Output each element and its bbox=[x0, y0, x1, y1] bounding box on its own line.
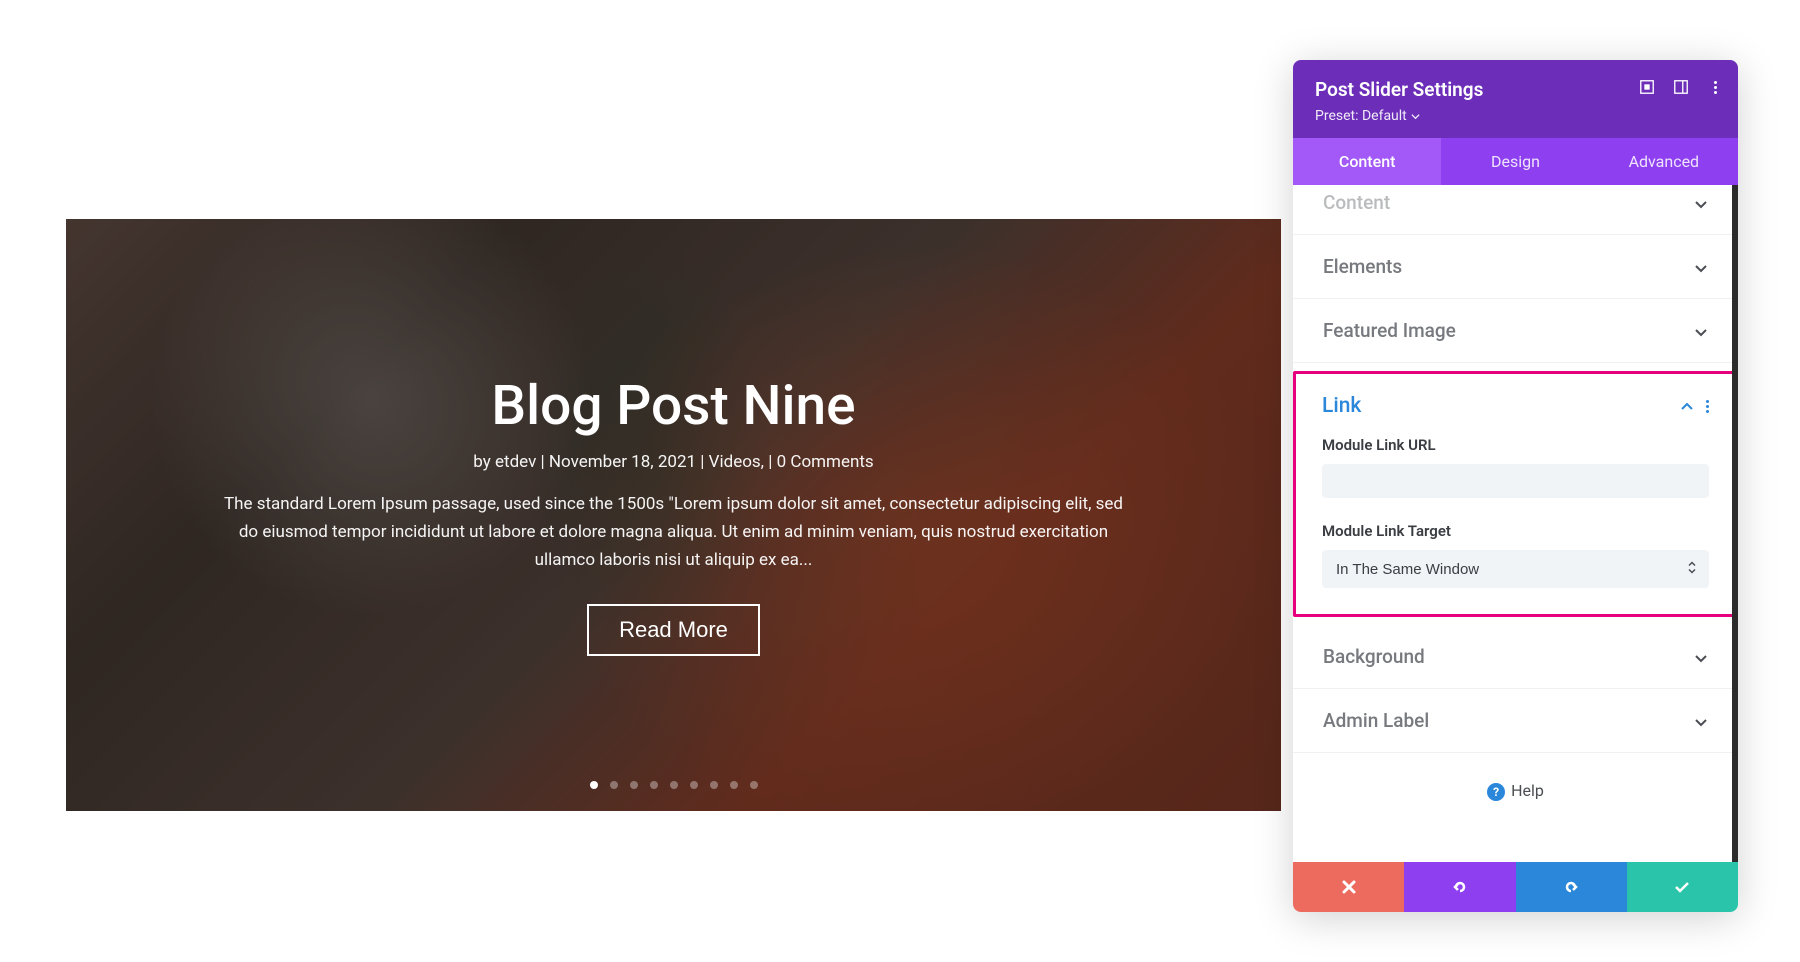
slider-dot[interactable] bbox=[590, 781, 598, 789]
preset-selector[interactable]: Preset: Default bbox=[1315, 108, 1420, 124]
chevron-down-icon bbox=[1694, 324, 1708, 338]
tab-advanced[interactable]: Advanced bbox=[1590, 138, 1738, 185]
cancel-button[interactable] bbox=[1293, 862, 1404, 912]
slider-preview: Blog Post Nine by etdev | November 18, 2… bbox=[66, 219, 1281, 811]
help-icon: ? bbox=[1487, 783, 1505, 801]
slider-meta: by etdev | November 18, 2021 | Videos, |… bbox=[473, 452, 873, 472]
slider-dot[interactable] bbox=[710, 781, 718, 789]
section-title: Elements bbox=[1323, 255, 1402, 278]
section-elements[interactable]: Elements bbox=[1293, 235, 1738, 299]
link-url-input[interactable] bbox=[1322, 464, 1709, 498]
tab-content[interactable]: Content bbox=[1293, 138, 1441, 185]
settings-panel: Post Slider Settings Preset: Default Con… bbox=[1293, 60, 1738, 912]
panel-tabs: Content Design Advanced bbox=[1293, 138, 1738, 185]
section-featured-image[interactable]: Featured Image bbox=[1293, 299, 1738, 363]
slider-title: Blog Post Nine bbox=[491, 374, 855, 438]
slider-dot[interactable] bbox=[730, 781, 738, 789]
section-title: Link bbox=[1322, 394, 1361, 418]
panel-header-actions bbox=[1638, 78, 1724, 96]
slider-dot[interactable] bbox=[610, 781, 618, 789]
undo-button[interactable] bbox=[1404, 862, 1515, 912]
help-label: Help bbox=[1511, 781, 1544, 800]
slider-description: The standard Lorem Ipsum passage, used s… bbox=[219, 490, 1129, 574]
section-link-header[interactable]: Link bbox=[1322, 394, 1709, 418]
panel-header: Post Slider Settings Preset: Default bbox=[1293, 60, 1738, 138]
panel-footer bbox=[1293, 862, 1738, 912]
panel-body[interactable]: Content Elements Featured Image Link bbox=[1293, 185, 1738, 862]
slider-dot[interactable] bbox=[670, 781, 678, 789]
more-options-icon[interactable] bbox=[1706, 400, 1709, 413]
slider-dot[interactable] bbox=[650, 781, 658, 789]
tab-design[interactable]: Design bbox=[1441, 138, 1589, 185]
snap-icon[interactable] bbox=[1672, 78, 1690, 96]
chevron-down-icon bbox=[1411, 112, 1420, 121]
help-button[interactable]: ? Help bbox=[1293, 753, 1738, 821]
section-link-highlighted: Link Module Link URL Module Link Target … bbox=[1293, 371, 1738, 617]
slider-dot[interactable] bbox=[690, 781, 698, 789]
chevron-up-icon[interactable] bbox=[1680, 399, 1694, 413]
section-title: Featured Image bbox=[1323, 319, 1456, 342]
slider-dot[interactable] bbox=[750, 781, 758, 789]
read-more-button[interactable]: Read More bbox=[587, 604, 760, 656]
section-title: Content bbox=[1323, 191, 1390, 214]
section-title: Admin Label bbox=[1323, 709, 1429, 732]
slider-pagination bbox=[66, 781, 1281, 789]
preset-label: Preset: Default bbox=[1315, 108, 1407, 124]
slider-content: Blog Post Nine by etdev | November 18, 2… bbox=[66, 219, 1281, 811]
more-menu-icon[interactable] bbox=[1706, 78, 1724, 96]
section-admin-label[interactable]: Admin Label bbox=[1293, 689, 1738, 753]
field-label-link-url: Module Link URL bbox=[1322, 436, 1709, 454]
section-content[interactable]: Content bbox=[1293, 185, 1738, 235]
chevron-down-icon bbox=[1694, 260, 1708, 274]
link-target-select[interactable]: In The Same Window bbox=[1322, 550, 1709, 588]
section-title: Background bbox=[1323, 645, 1425, 668]
redo-button[interactable] bbox=[1516, 862, 1627, 912]
field-label-link-target: Module Link Target bbox=[1322, 522, 1709, 540]
chevron-down-icon bbox=[1694, 650, 1708, 664]
chevron-down-icon bbox=[1694, 196, 1708, 210]
slider-dot[interactable] bbox=[630, 781, 638, 789]
expand-icon[interactable] bbox=[1638, 78, 1656, 96]
save-button[interactable] bbox=[1627, 862, 1738, 912]
section-background[interactable]: Background bbox=[1293, 625, 1738, 689]
chevron-down-icon bbox=[1694, 714, 1708, 728]
